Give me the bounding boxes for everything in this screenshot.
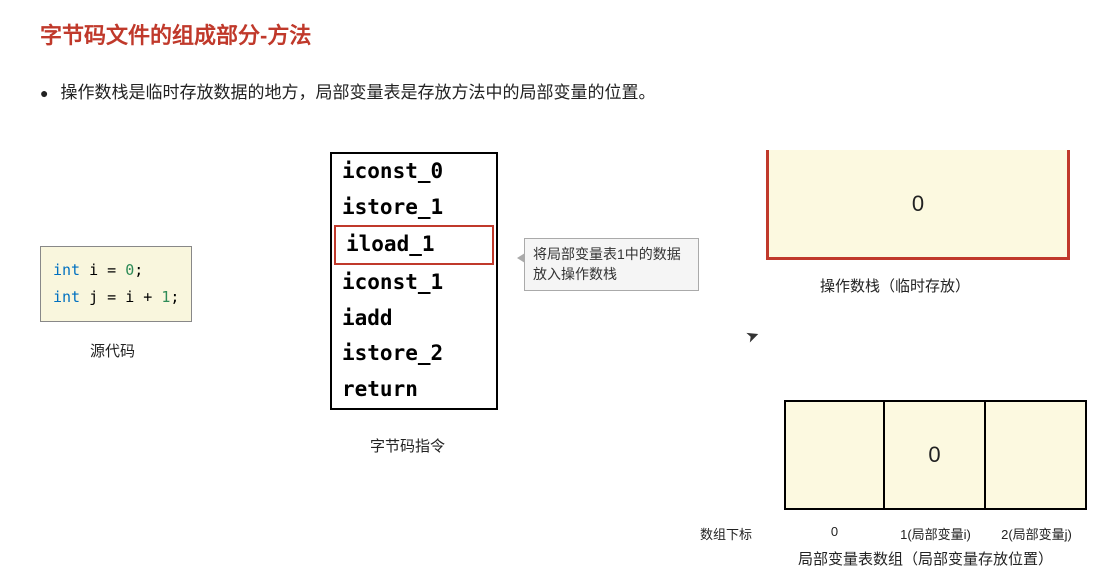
lvt-index: 1(局部变量i) <box>885 524 986 543</box>
operand-stack-value: 0 <box>912 191 924 217</box>
source-line-2: int j = i + 1; <box>53 284 179 311</box>
source-code-label: 源代码 <box>90 340 135 361</box>
bytecode-instruction: return <box>332 372 496 408</box>
bytecode-label: 字节码指令 <box>370 435 445 456</box>
code-text: i = <box>89 261 125 279</box>
code-text: j = i + <box>89 288 161 306</box>
lvt-label: 局部变量表数组（局部变量存放位置） <box>798 548 1053 569</box>
cursor-icon: ➤ <box>743 324 762 347</box>
operand-stack-label: 操作数栈（临时存放） <box>820 275 970 296</box>
lvt-cell: 0 <box>885 400 986 510</box>
page-title: 字节码文件的组成部分-方法 <box>40 18 311 50</box>
bytecode-instruction: istore_1 <box>332 190 496 226</box>
bytecode-instruction: iadd <box>332 301 496 337</box>
literal-0: 0 <box>125 261 134 279</box>
code-text: ; <box>134 261 143 279</box>
source-code-box: int i = 0; int j = i + 1; <box>40 246 192 322</box>
keyword-int: int <box>53 261 80 279</box>
local-variable-table: 0 <box>784 400 1087 510</box>
lvt-indices: 01(局部变量i)2(局部变量j) <box>784 524 1087 543</box>
bytecode-box: iconst_0istore_1iload_1iconst_1iaddistor… <box>330 152 498 410</box>
source-line-1: int i = 0; <box>53 257 179 284</box>
bytecode-instruction: iconst_0 <box>332 154 496 190</box>
lvt-index-label: 数组下标 <box>700 524 752 543</box>
operand-stack-box: 0 <box>766 150 1070 260</box>
lvt-index: 2(局部变量j) <box>986 524 1087 543</box>
keyword-int: int <box>53 288 80 306</box>
lvt-cell <box>986 400 1087 510</box>
bytecode-instruction: istore_2 <box>332 336 496 372</box>
instruction-tooltip: 将局部变量表1中的数据放入操作数栈 <box>524 238 699 291</box>
bytecode-instruction: iconst_1 <box>332 265 496 301</box>
bullet-text: 操作数栈是临时存放数据的地方，局部变量表是存放方法中的局部变量的位置。 <box>40 78 655 103</box>
bytecode-instruction: iload_1 <box>334 225 494 265</box>
lvt-cell <box>784 400 885 510</box>
code-text: ; <box>170 288 179 306</box>
lvt-index: 0 <box>784 524 885 543</box>
